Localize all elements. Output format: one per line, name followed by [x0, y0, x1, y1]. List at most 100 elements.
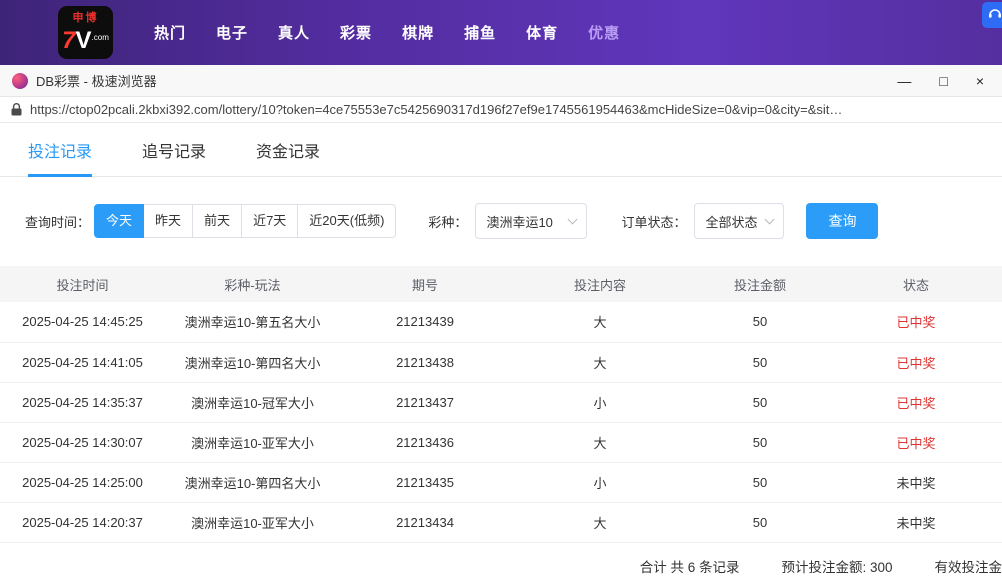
- site-nav: 申博 7V.com 热门 电子 真人 彩票 棋牌 捕鱼 体育 优惠: [0, 0, 1002, 65]
- time-range-group: 今天 昨天 前天 近7天 近20天(低频): [94, 204, 396, 238]
- time-btn-day-before[interactable]: 前天: [193, 204, 242, 238]
- nav-item-chess[interactable]: 棋牌: [402, 22, 434, 43]
- lock-icon: [11, 103, 22, 116]
- status-badge: 已中奖: [830, 342, 1002, 382]
- main-nav: 热门 电子 真人 彩票 棋牌 捕鱼 体育 优惠: [139, 22, 635, 43]
- table-header: 投注时间 彩种-玩法 期号 投注内容 投注金额 状态: [0, 266, 1002, 302]
- cell-issue: 21213434: [340, 502, 510, 542]
- cell-amount: 50: [690, 342, 830, 382]
- nav-item-slots[interactable]: 电子: [216, 22, 248, 43]
- status-badge: 已中奖: [830, 382, 1002, 422]
- cell-amount: 50: [690, 462, 830, 502]
- nav-item-sports[interactable]: 体育: [526, 22, 558, 43]
- cell-game: 澳洲幸运10-亚军大小: [165, 422, 340, 462]
- lottery-label: 彩种：: [428, 212, 467, 231]
- order-status-label: 订单状态：: [621, 212, 686, 231]
- cell-content: 大: [510, 502, 690, 542]
- cell-game: 澳洲幸运10-冠军大小: [165, 382, 340, 422]
- cell-game: 澳洲幸运10-第五名大小: [165, 302, 340, 342]
- time-btn-7days[interactable]: 近7天: [242, 204, 298, 238]
- cell-bet-time: 2025-04-25 14:25:00: [0, 462, 165, 502]
- address-bar[interactable]: https://ctop02pcali.2kbxi392.com/lottery…: [0, 97, 1002, 123]
- summary-bar: 合计 共 6 条记录 预计投注金额: 300 有效投注金: [0, 543, 1002, 576]
- table-row: 2025-04-25 14:20:37 澳洲幸运10-亚军大小 21213434…: [0, 502, 1002, 542]
- chevron-down-icon: [765, 215, 775, 225]
- nav-item-fishing[interactable]: 捕鱼: [464, 22, 496, 43]
- cell-content: 大: [510, 422, 690, 462]
- table-row: 2025-04-25 14:41:05 澳洲幸运10-第四名大小 2121343…: [0, 342, 1002, 382]
- window-title: DB彩票 - 极速浏览器: [36, 71, 157, 90]
- order-status-select[interactable]: 全部状态: [694, 203, 784, 239]
- lottery-select[interactable]: 澳洲幸运10: [475, 203, 587, 239]
- cell-issue: 21213439: [340, 302, 510, 342]
- cell-issue: 21213437: [340, 382, 510, 422]
- cell-amount: 50: [690, 382, 830, 422]
- chevron-down-icon: [568, 215, 578, 225]
- cell-amount: 50: [690, 422, 830, 462]
- nav-item-hot[interactable]: 热门: [154, 22, 186, 43]
- cell-bet-time: 2025-04-25 14:41:05: [0, 342, 165, 382]
- maximize-icon[interactable]: □: [939, 74, 947, 88]
- browser-favicon-icon: [12, 73, 28, 89]
- table-row: 2025-04-25 14:30:07 澳洲幸运10-亚军大小 21213436…: [0, 422, 1002, 462]
- cell-amount: 50: [690, 502, 830, 542]
- status-badge: 已中奖: [830, 422, 1002, 462]
- summary-valid-amount: 有效投注金: [935, 556, 1002, 576]
- customer-service-button[interactable]: [982, 2, 1002, 28]
- bet-records-table: 投注时间 彩种-玩法 期号 投注内容 投注金额 状态 2025-04-25 14…: [0, 266, 1002, 543]
- summary-total: 合计 共 6 条记录: [640, 556, 740, 576]
- summary-expected-amount: 预计投注金额: 300: [781, 556, 892, 576]
- header-content: 投注内容: [510, 266, 690, 302]
- close-icon[interactable]: ×: [976, 74, 984, 88]
- cell-issue: 21213438: [340, 342, 510, 382]
- header-status: 状态: [830, 266, 1002, 302]
- header-issue: 期号: [340, 266, 510, 302]
- tab-fund-records[interactable]: 资金记录: [256, 123, 320, 176]
- cell-bet-time: 2025-04-25 14:35:37: [0, 382, 165, 422]
- browser-titlebar: DB彩票 - 极速浏览器 — □ ×: [0, 65, 1002, 97]
- time-btn-20days[interactable]: 近20天(低频): [298, 204, 396, 238]
- cell-bet-time: 2025-04-25 14:30:07: [0, 422, 165, 462]
- url-text[interactable]: https://ctop02pcali.2kbxi392.com/lottery…: [30, 102, 842, 117]
- status-badge: 未中奖: [830, 502, 1002, 542]
- cell-amount: 50: [690, 302, 830, 342]
- lottery-select-value: 澳洲幸运10: [486, 212, 552, 231]
- time-btn-today[interactable]: 今天: [94, 204, 144, 238]
- table-row: 2025-04-25 14:25:00 澳洲幸运10-第四名大小 2121343…: [0, 462, 1002, 502]
- header-amount: 投注金额: [690, 266, 830, 302]
- tab-bet-records[interactable]: 投注记录: [28, 123, 92, 176]
- search-button[interactable]: 查询: [806, 203, 878, 239]
- query-time-label: 查询时间：: [25, 212, 90, 231]
- cell-content: 大: [510, 342, 690, 382]
- cell-game: 澳洲幸运10-第四名大小: [165, 462, 340, 502]
- minimize-icon[interactable]: —: [897, 74, 911, 88]
- filter-bar: 查询时间： 今天 昨天 前天 近7天 近20天(低频) 彩种： 澳洲幸运10 订…: [0, 177, 1002, 266]
- nav-item-live[interactable]: 真人: [278, 22, 310, 43]
- logo-main-text: 7V.com: [62, 25, 109, 54]
- order-status-select-value: 全部状态: [705, 212, 757, 231]
- tab-chase-records[interactable]: 追号记录: [142, 123, 206, 176]
- cell-issue: 21213436: [340, 422, 510, 462]
- table-row: 2025-04-25 14:35:37 澳洲幸运10-冠军大小 21213437…: [0, 382, 1002, 422]
- table-row: 2025-04-25 14:45:25 澳洲幸运10-第五名大小 2121343…: [0, 302, 1002, 342]
- cell-game: 澳洲幸运10-第四名大小: [165, 342, 340, 382]
- header-game: 彩种-玩法: [165, 266, 340, 302]
- status-badge: 未中奖: [830, 462, 1002, 502]
- window-controls: — □ ×: [897, 74, 990, 88]
- status-badge: 已中奖: [830, 302, 1002, 342]
- cell-content: 小: [510, 382, 690, 422]
- time-btn-yesterday[interactable]: 昨天: [144, 204, 193, 238]
- cell-content: 大: [510, 302, 690, 342]
- nav-item-promo[interactable]: 优惠: [588, 22, 620, 43]
- headset-icon: [987, 5, 1002, 26]
- cell-content: 小: [510, 462, 690, 502]
- header-bet-time: 投注时间: [0, 266, 165, 302]
- cell-game: 澳洲幸运10-亚军大小: [165, 502, 340, 542]
- nav-item-lottery[interactable]: 彩票: [340, 22, 372, 43]
- cell-bet-time: 2025-04-25 14:45:25: [0, 302, 165, 342]
- cell-issue: 21213435: [340, 462, 510, 502]
- site-logo[interactable]: 申博 7V.com: [58, 6, 113, 59]
- record-tabs: 投注记录 追号记录 资金记录: [0, 123, 1002, 177]
- logo-top-text: 申博: [73, 12, 99, 25]
- cell-bet-time: 2025-04-25 14:20:37: [0, 502, 165, 542]
